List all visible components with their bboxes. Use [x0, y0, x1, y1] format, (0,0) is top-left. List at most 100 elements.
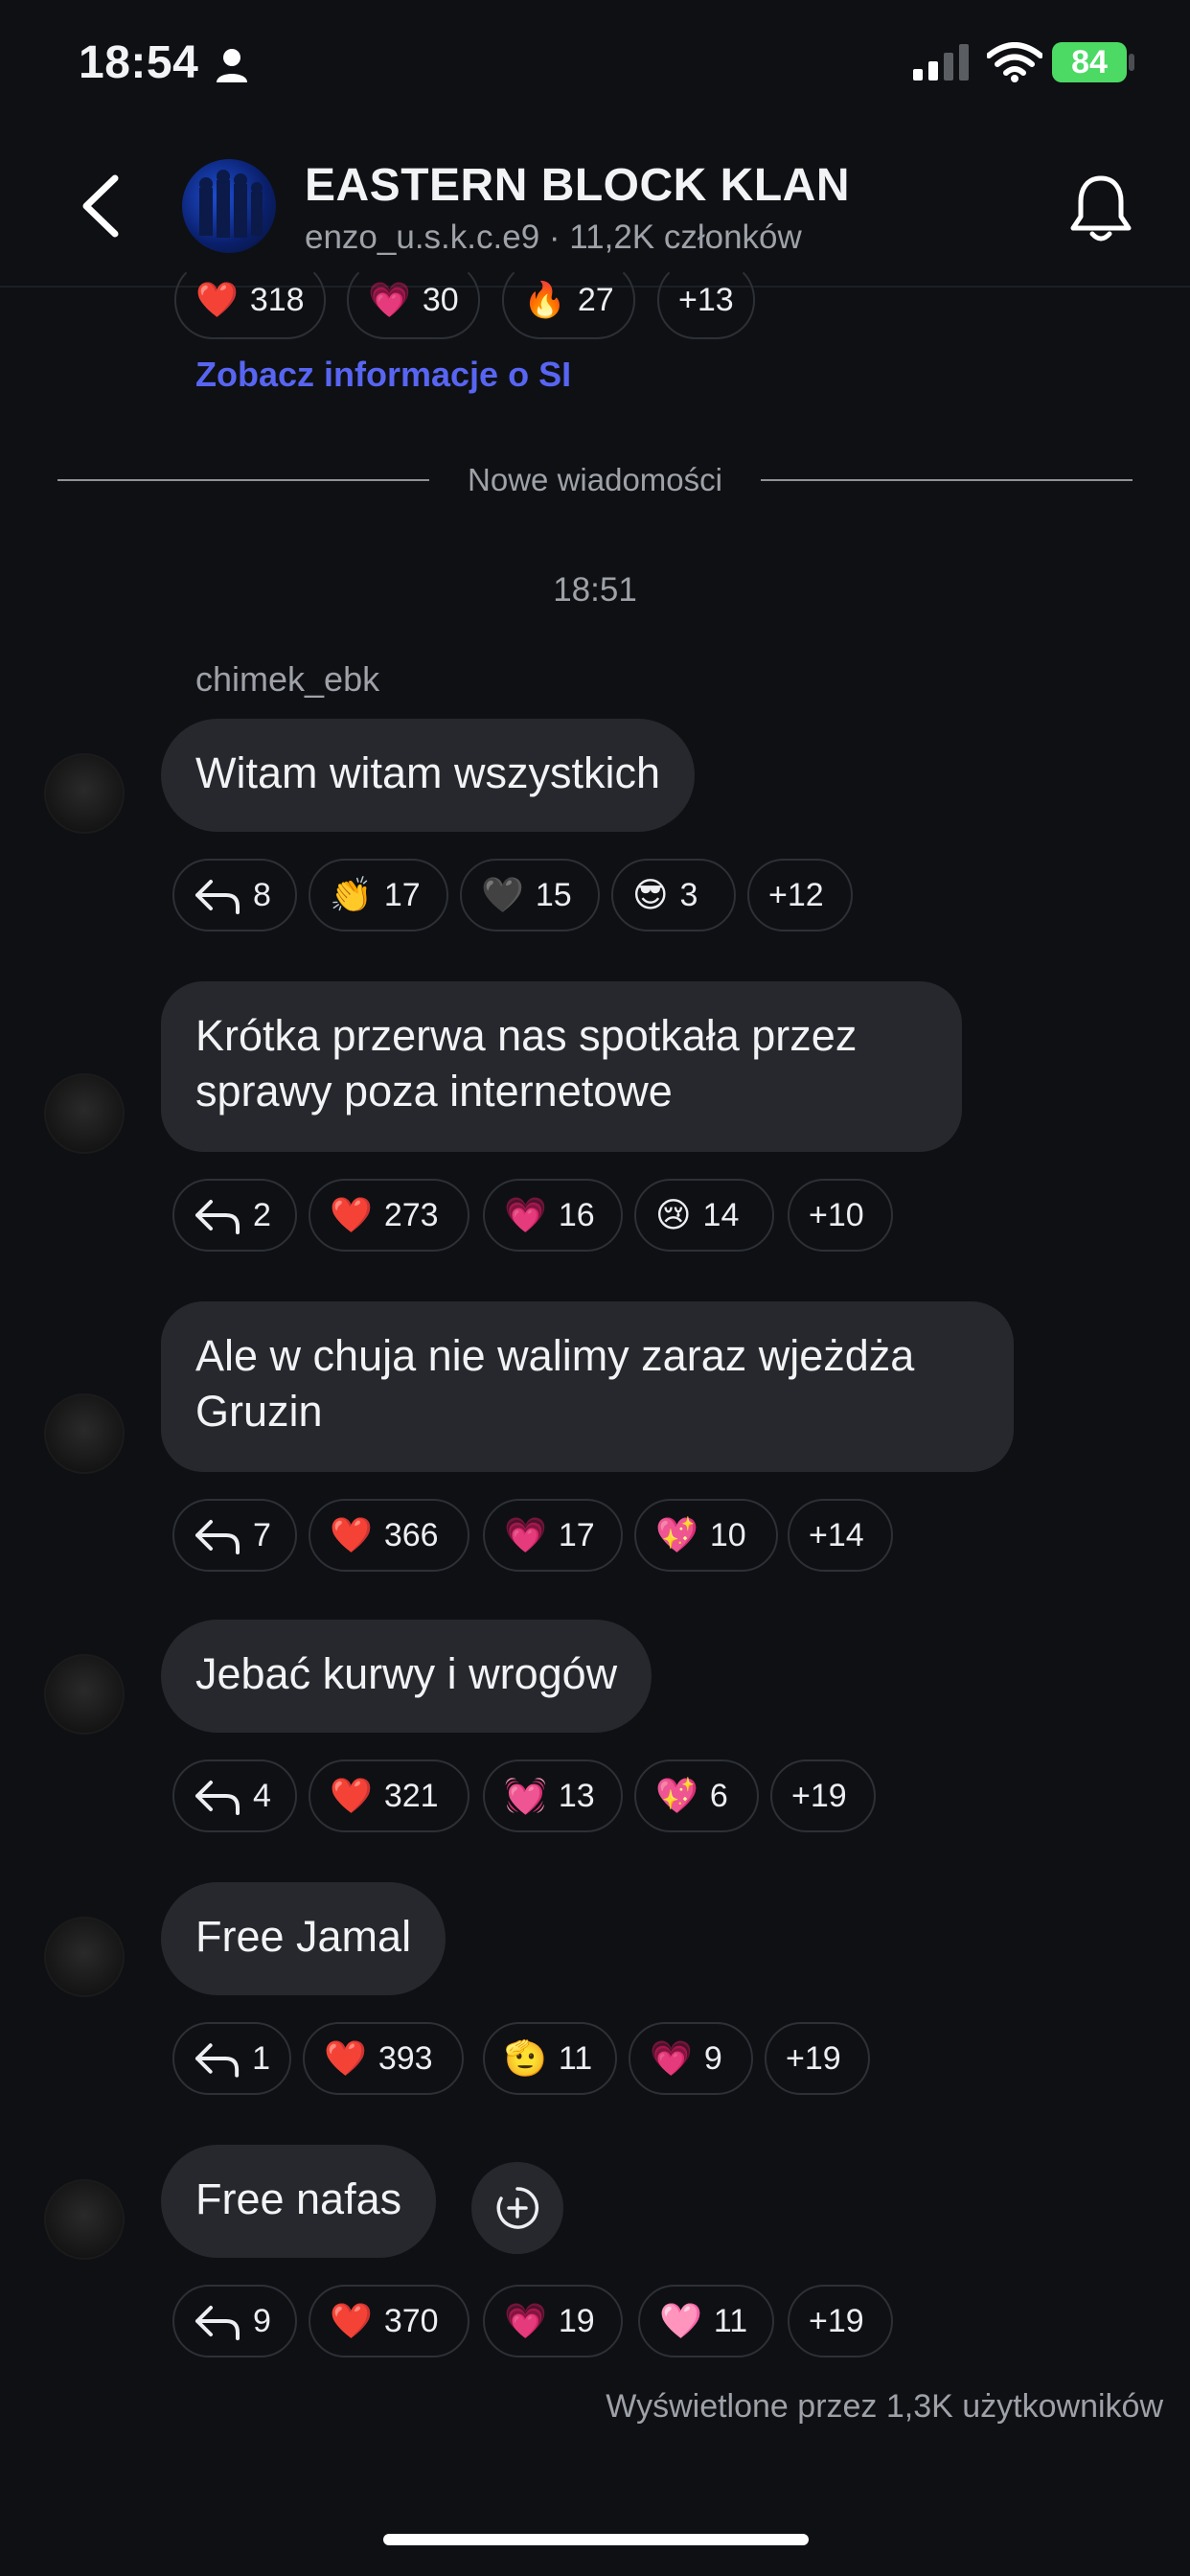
group-title[interactable]: EASTERN BLOCK KLAN: [305, 159, 850, 212]
sender-avatar[interactable]: [44, 1073, 125, 1154]
reaction-pill[interactable]: 💖 10: [634, 1499, 778, 1572]
reaction-count: 11: [713, 2302, 748, 2339]
reaction-count: 3: [679, 876, 698, 913]
reaction-pill[interactable]: 👏 17: [309, 859, 448, 932]
reaction-count: 14: [702, 1196, 740, 1233]
message-bubble[interactable]: Jebać kurwy i wrogów: [161, 1620, 652, 1733]
reaction-count: 321: [383, 1777, 439, 1814]
reaction-more-count: +19: [809, 2302, 864, 2339]
group-subtitle: enzo_u.s.k.c.e9 · 11,2K członków: [305, 218, 802, 256]
message-bubble[interactable]: Krótka przerwa nas spotkała przez sprawy…: [161, 981, 962, 1152]
reaction-pill[interactable]: 🩷 11: [638, 2285, 774, 2358]
reaction-pill[interactable]: ❤️ 370: [309, 2285, 469, 2358]
reaction-emoji: 🫡: [504, 2038, 547, 2078]
reaction-pill[interactable]: 🫡 11: [483, 2022, 617, 2095]
reaction-pill[interactable]: 😎 3: [611, 859, 736, 932]
reaction-emoji: 💗: [504, 1515, 547, 1554]
bell-icon[interactable]: [1069, 172, 1133, 245]
reaction-more-pill[interactable]: +19: [770, 1760, 876, 1832]
reaction-pill[interactable]: ❤️ 366: [309, 1499, 469, 1572]
reaction-pill[interactable]: 😢 14: [634, 1179, 774, 1252]
divider-line-left: [57, 479, 429, 481]
reply-count-pill[interactable]: 9: [172, 2285, 297, 2358]
reaction-more-pill[interactable]: +13: [657, 261, 755, 339]
reaction-count: 17: [558, 1516, 595, 1553]
reply-count: 1: [252, 2039, 270, 2077]
reply-count-pill[interactable]: 8: [172, 859, 297, 932]
reaction-count: 393: [378, 2039, 433, 2077]
reaction-more-pill[interactable]: +12: [747, 859, 853, 932]
reaction-pill[interactable]: 💗 16: [483, 1179, 623, 1252]
back-icon[interactable]: [77, 172, 125, 240]
reaction-more-count: +19: [786, 2039, 841, 2077]
reply-icon: [195, 1200, 240, 1234]
reaction-pill[interactable]: 💗 19: [483, 2285, 623, 2358]
sender-avatar[interactable]: [44, 2179, 125, 2260]
reaction-emoji: 💓: [504, 1776, 547, 1815]
battery-level: 84: [1071, 43, 1108, 80]
reaction-count: 13: [558, 1777, 595, 1814]
ai-info-link[interactable]: Zobacz informacje o SI: [195, 355, 571, 395]
seen-by-label[interactable]: Wyświetlone przez 1,3K użytkowników: [0, 2388, 1163, 2426]
reaction-count: 11: [558, 2039, 593, 2077]
reaction-pill[interactable]: 🔥 27: [502, 261, 635, 339]
reaction-emoji: ❤️: [330, 1195, 373, 1234]
reply-icon: [195, 1781, 240, 1815]
reaction-more-pill[interactable]: +19: [788, 2285, 893, 2358]
reply-count: 2: [253, 1196, 271, 1233]
reaction-count: 318: [249, 281, 305, 318]
message-bubble[interactable]: Witam witam wszystkich: [161, 719, 696, 832]
reaction-pill[interactable]: ❤️ 273: [309, 1179, 469, 1252]
sender-avatar[interactable]: [44, 1393, 125, 1474]
reaction-emoji: 💗: [504, 2301, 547, 2340]
add-reaction-button[interactable]: [471, 2162, 563, 2254]
wifi-icon: [987, 42, 1042, 82]
reply-count-pill[interactable]: 2: [172, 1179, 297, 1252]
reaction-pill[interactable]: 🖤 15: [460, 859, 600, 932]
sender-avatar[interactable]: [44, 1654, 125, 1735]
reaction-more-count: +13: [678, 281, 734, 318]
person-icon: [217, 49, 247, 82]
reaction-pill[interactable]: ❤️ 321: [309, 1760, 469, 1832]
reaction-emoji: 🖤: [481, 875, 524, 914]
reply-count: 8: [253, 876, 271, 913]
reply-icon: [195, 1520, 240, 1554]
message-author[interactable]: chimek_ebk: [195, 659, 379, 700]
reply-count-pill[interactable]: 1: [172, 2022, 291, 2095]
sender-avatar[interactable]: [44, 753, 125, 834]
reaction-count: 30: [422, 281, 459, 318]
reaction-count: 366: [383, 1516, 439, 1553]
reaction-more-count: +14: [809, 1516, 864, 1553]
reaction-pill[interactable]: 💗 30: [347, 261, 480, 339]
reaction-emoji: 😢: [655, 1195, 692, 1234]
reaction-more-pill[interactable]: +10: [788, 1179, 893, 1252]
group-avatar[interactable]: [182, 159, 276, 253]
reaction-count: 16: [558, 1196, 595, 1233]
message-bubble[interactable]: Free Jamal: [161, 1882, 446, 1995]
reaction-more-pill[interactable]: +14: [788, 1499, 893, 1572]
reaction-count: 370: [383, 2302, 439, 2339]
reaction-pill[interactable]: 💗 9: [629, 2022, 753, 2095]
reaction-count: 9: [703, 2039, 722, 2077]
new-messages-divider: Nowe wiadomości: [468, 462, 722, 497]
reaction-pill[interactable]: 💓 13: [483, 1760, 623, 1832]
reaction-pill[interactable]: ❤️ 393: [303, 2022, 464, 2095]
reply-icon: [195, 880, 240, 914]
reply-count-pill[interactable]: 4: [172, 1760, 297, 1832]
reaction-pill[interactable]: 💗 17: [483, 1499, 623, 1572]
reaction-pill[interactable]: ❤️ 318: [174, 261, 326, 339]
message-bubble[interactable]: Ale w chuja nie walimy zaraz wjeżdża Gru…: [161, 1301, 1014, 1472]
reaction-emoji: ❤️: [195, 280, 239, 319]
reaction-pill[interactable]: 💖 6: [634, 1760, 759, 1832]
home-indicator[interactable]: [383, 2534, 809, 2545]
reaction-emoji: ❤️: [330, 1515, 373, 1554]
reaction-emoji: 😎: [632, 875, 669, 914]
message-bubble[interactable]: Free nafas: [161, 2145, 437, 2258]
reaction-more-pill[interactable]: +19: [765, 2022, 870, 2095]
reaction-emoji: ❤️: [324, 2038, 367, 2078]
reply-count: 7: [253, 1516, 271, 1553]
reply-count-pill[interactable]: 7: [172, 1499, 297, 1572]
sender-avatar[interactable]: [44, 1917, 125, 1997]
reply-icon: [195, 2043, 240, 2078]
reaction-more-count: +12: [768, 876, 824, 913]
